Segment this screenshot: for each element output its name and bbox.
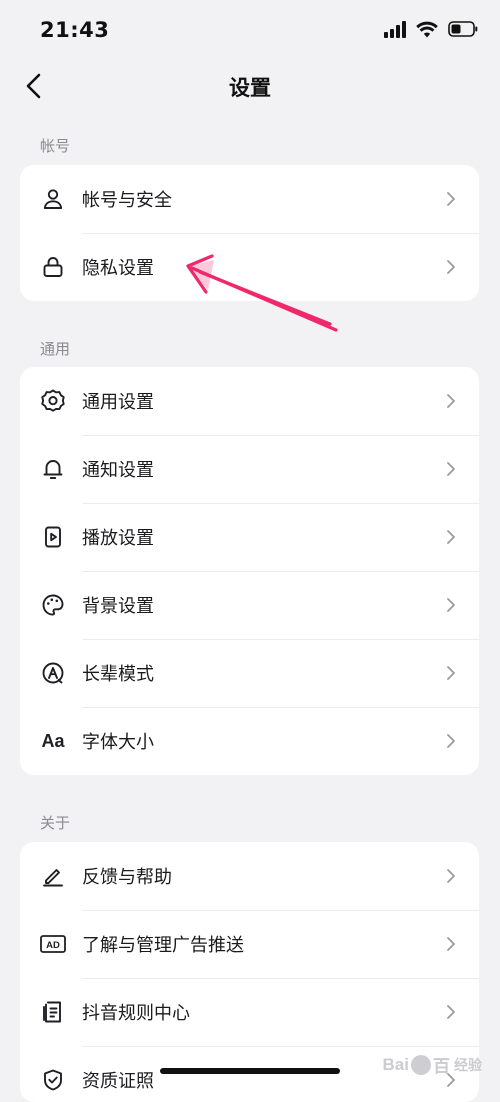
nav-header: 设置 [0, 62, 500, 110]
settings-item-font-size[interactable]: Aa 字体大小 [20, 707, 479, 775]
ad-icon: AD [39, 930, 67, 958]
settings-item-privacy[interactable]: 隐私设置 [20, 233, 479, 301]
document-icon [39, 998, 67, 1026]
card-account: 帐号与安全 隐私设置 [20, 165, 479, 301]
settings-item-ad-management[interactable]: AD 了解与管理广告推送 [20, 910, 479, 978]
bell-icon [39, 455, 67, 483]
chevron-right-icon [441, 663, 461, 683]
settings-item-elder-mode[interactable]: 长辈模式 [20, 639, 479, 707]
pen-icon [39, 862, 67, 890]
settings-item-general[interactable]: 通用设置 [20, 367, 479, 435]
play-icon [39, 523, 67, 551]
ad-icon-text: AD [46, 940, 60, 951]
battery-icon [448, 21, 478, 37]
section-label-about: 关于 [40, 814, 71, 832]
chevron-right-icon [441, 189, 461, 209]
settings-item-background[interactable]: 背景设置 [20, 571, 479, 639]
settings-item-label: 通用设置 [82, 392, 154, 413]
card-general: 通用设置 通知设置 播放设置 背景设置 长辈模式 Aa 字体大小 [20, 367, 479, 775]
settings-item-label: 通知设置 [82, 460, 154, 481]
settings-item-account-security[interactable]: 帐号与安全 [20, 165, 479, 233]
palette-icon [39, 591, 67, 619]
status-icons [384, 20, 478, 38]
chevron-right-icon [441, 527, 461, 547]
elder-mode-icon [39, 659, 67, 687]
person-icon [39, 185, 67, 213]
settings-item-rules-center[interactable]: 抖音规则中心 [20, 978, 479, 1046]
font-size-icon: Aa [39, 727, 67, 755]
settings-item-label: 背景设置 [82, 596, 154, 617]
font-size-icon-text: Aa [41, 730, 65, 751]
page-title: 设置 [229, 76, 271, 100]
chevron-right-icon [441, 257, 461, 277]
wifi-icon [416, 21, 438, 38]
chevron-right-icon [441, 459, 461, 479]
chevron-right-icon [441, 391, 461, 411]
settings-item-label: 隐私设置 [82, 258, 154, 279]
watermark-sub: 经验 [454, 1056, 482, 1073]
section-label-account: 帐号 [40, 137, 71, 155]
chevron-right-icon [441, 1002, 461, 1022]
settings-item-playback[interactable]: 播放设置 [20, 503, 479, 571]
watermark-brand: Bai [382, 1054, 409, 1074]
cellular-signal-icon [384, 20, 406, 38]
lock-icon [39, 253, 67, 281]
paw-logo-icon [411, 1054, 431, 1075]
settings-item-label: 长辈模式 [82, 664, 154, 685]
shield-check-icon [39, 1066, 67, 1094]
settings-item-label: 抖音规则中心 [82, 1003, 190, 1024]
chevron-right-icon [441, 934, 461, 954]
status-time: 21:43 [40, 18, 110, 42]
settings-item-label: 播放设置 [82, 528, 154, 549]
settings-item-feedback[interactable]: 反馈与帮助 [20, 842, 479, 910]
status-bar: 21:43 [0, 0, 500, 62]
home-indicator[interactable] [160, 1068, 340, 1074]
section-label-general: 通用 [40, 340, 71, 358]
settings-item-notifications[interactable]: 通知设置 [20, 435, 479, 503]
watermark: Bai 百 经验 [383, 1052, 482, 1077]
settings-item-label: 字体大小 [82, 732, 154, 753]
gear-icon [39, 387, 67, 415]
chevron-right-icon [441, 866, 461, 886]
watermark-brand-tail: 百 [433, 1057, 450, 1076]
settings-item-label: 了解与管理广告推送 [82, 935, 244, 956]
settings-item-label: 帐号与安全 [82, 190, 172, 211]
chevron-right-icon [441, 595, 461, 615]
chevron-right-icon [441, 731, 461, 751]
settings-item-label: 反馈与帮助 [82, 867, 172, 888]
